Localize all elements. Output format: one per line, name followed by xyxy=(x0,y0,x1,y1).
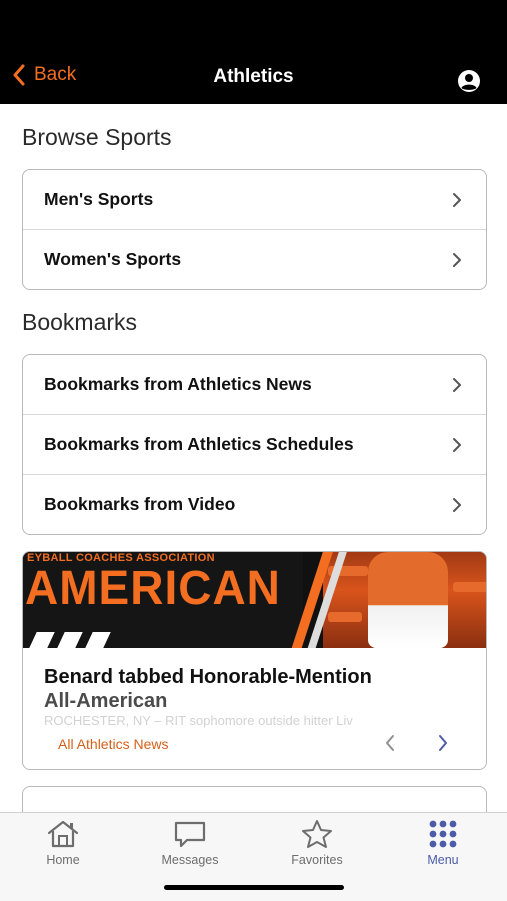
news-headline[interactable]: Benard tabbed Honorable-Mention All-Amer… xyxy=(44,665,474,713)
tab-home[interactable]: Home xyxy=(13,819,113,867)
chat-bubble-icon xyxy=(174,821,206,848)
chevron-right-icon xyxy=(453,192,461,207)
next-arrow-icon[interactable] xyxy=(436,733,450,753)
browse-sports-heading: Browse Sports xyxy=(22,124,172,150)
news-headline-line2: All-American xyxy=(44,690,168,712)
tab-favorites[interactable]: Favorites xyxy=(267,819,367,867)
news-snippet: ROCHESTER, NY – RIT sophomore outside hi… xyxy=(44,714,353,728)
news-headline-line1: Benard tabbed Honorable-Mention xyxy=(44,666,372,688)
browse-sports-card: Men's Sports Women's Sports xyxy=(22,169,487,290)
tab-menu[interactable]: Menu xyxy=(393,819,493,867)
home-indicator[interactable] xyxy=(164,885,344,890)
row-label: Women's Sports xyxy=(44,249,182,269)
home-icon xyxy=(47,820,79,848)
news-card[interactable]: EYBALL COACHES ASSOCIATION AMERICAN Bena… xyxy=(22,551,487,770)
row-label: Bookmarks from Video xyxy=(44,494,236,514)
top-navigation-bar: Back Athletics xyxy=(0,50,507,104)
previous-arrow-icon[interactable] xyxy=(383,733,397,753)
bookmarks-athletics-schedules-row[interactable]: Bookmarks from Athletics Schedules xyxy=(23,415,486,475)
chevron-right-icon xyxy=(453,252,461,267)
row-label: Bookmarks from Athletics News xyxy=(44,374,312,394)
womens-sports-row[interactable]: Women's Sports xyxy=(23,230,486,289)
news-image-seat xyxy=(328,612,362,622)
chevron-right-icon xyxy=(453,377,461,392)
star-icon xyxy=(302,820,332,848)
bookmarks-athletics-news-row[interactable]: Bookmarks from Athletics News xyxy=(23,355,486,415)
news-image-seat xyxy=(453,582,486,592)
tab-messages[interactable]: Messages xyxy=(140,819,240,867)
news-image-person xyxy=(368,552,448,648)
page-title: Athletics xyxy=(213,66,294,87)
tab-label: Favorites xyxy=(291,853,343,867)
news-image-marks xyxy=(29,632,153,648)
status-bar xyxy=(0,0,507,50)
chevron-right-icon xyxy=(453,437,461,452)
bookmarks-video-row[interactable]: Bookmarks from Video xyxy=(23,475,486,534)
all-athletics-news-link[interactable]: All Athletics News xyxy=(58,736,168,752)
news-image[interactable]: EYBALL COACHES ASSOCIATION AMERICAN xyxy=(23,552,486,648)
bookmarks-heading: Bookmarks xyxy=(22,309,138,335)
chevron-right-icon xyxy=(453,497,461,512)
row-label: Bookmarks from Athletics Schedules xyxy=(44,434,354,454)
account-icon[interactable] xyxy=(457,69,481,93)
news-image-big-text: AMERICAN xyxy=(25,559,281,615)
tab-label: Menu xyxy=(427,853,459,867)
bookmarks-card: Bookmarks from Athletics News Bookmarks … xyxy=(22,354,487,535)
tab-label: Home xyxy=(46,853,80,867)
row-label: Men's Sports xyxy=(44,189,154,209)
mens-sports-row[interactable]: Men's Sports xyxy=(23,170,486,230)
grid-dots-icon xyxy=(429,820,457,848)
tab-label: Messages xyxy=(161,853,219,867)
